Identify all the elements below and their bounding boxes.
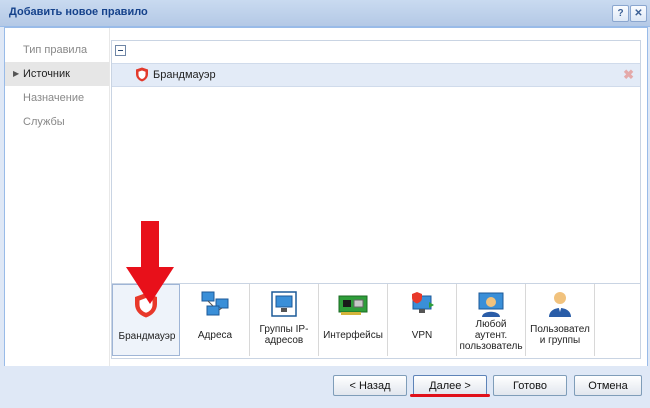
next-button[interactable]: Далее > [413, 375, 487, 396]
nav-item-source[interactable]: ▶ Источник [5, 62, 109, 86]
tile-label: Интерфейсы [323, 330, 383, 341]
vpn-icon [412, 292, 434, 313]
back-button[interactable]: < Назад [333, 375, 407, 396]
firewall-shield-icon [136, 67, 148, 82]
source-type-palette: Брандмауэр Адреса Группы IP-адресов Инте… [111, 283, 641, 359]
title-bar: Добавить новое правило ? ✕ [0, 0, 650, 27]
authenticated-user-icon [478, 292, 504, 317]
tile-ip-groups[interactable]: Группы IP-адресов [250, 284, 319, 356]
red-arrow-icon [126, 221, 174, 304]
tile-users-groups[interactable]: Пользовател и группы [526, 284, 595, 356]
source-list: Брандмауэр ✖ [111, 40, 641, 286]
dialog-footer: < Назад Далее > Готово Отмена [0, 366, 650, 408]
nav-item-label: Тип правила [23, 44, 88, 56]
nav-item-services[interactable]: Службы [5, 110, 109, 134]
users-groups-icon [549, 292, 571, 317]
tile-label: VPN [411, 330, 433, 341]
tile-label: Пользовател и группы [530, 324, 590, 346]
nav-item-destination[interactable]: Назначение [5, 86, 109, 110]
nav-item-label: Назначение [23, 92, 85, 104]
window-title: Добавить новое правило [9, 6, 148, 18]
dialog-body: Тип правила ▶ Источник Назначение Службы … [4, 27, 648, 368]
tile-label: Адреса [197, 330, 233, 341]
tile-vpn[interactable]: VPN [388, 284, 457, 356]
tile-label: Любой аутент. пользователь [459, 319, 523, 352]
tile-interfaces[interactable]: Интерфейсы [319, 284, 388, 356]
nav-item-label: Службы [23, 116, 65, 128]
ip-groups-icon [271, 291, 297, 317]
tile-label: Группы IP-адресов [259, 324, 309, 346]
chevron-right-icon: ▶ [13, 69, 20, 78]
nav-item-rule-type[interactable]: Тип правила [5, 38, 109, 62]
nav-item-label: Источник [23, 68, 70, 80]
highlight-underline [410, 394, 490, 397]
tile-label: Брандмауэр [118, 331, 176, 342]
done-button[interactable]: Готово [493, 375, 567, 396]
wizard-steps: Тип правила ▶ Источник Назначение Службы [5, 28, 110, 367]
collapse-icon[interactable] [115, 45, 126, 56]
network-card-icon [338, 295, 368, 315]
tile-any-authenticated-user[interactable]: Любой аутент. пользователь [457, 284, 526, 356]
cancel-button[interactable]: Отмена [574, 375, 642, 396]
close-button[interactable]: ✕ [630, 5, 647, 22]
list-item[interactable]: Брандмауэр ✖ [112, 63, 640, 87]
list-item-label: Брандмауэр [153, 69, 216, 81]
delete-icon[interactable]: ✖ [623, 67, 634, 83]
network-addresses-icon [201, 291, 229, 316]
help-button[interactable]: ? [612, 5, 629, 22]
tile-addresses[interactable]: Адреса [181, 284, 250, 356]
